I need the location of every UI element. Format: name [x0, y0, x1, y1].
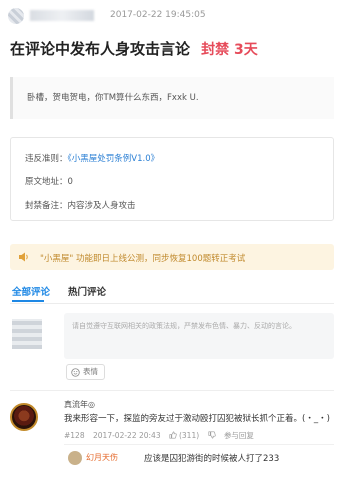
- quote-text: 卧槽，贺电贺电，你TM算什么东西，Fxxk U.: [27, 93, 199, 103]
- note-row: 封禁备注：内容涉及人身攻击: [25, 199, 136, 211]
- active-tab-indicator: [12, 300, 44, 302]
- reply-link[interactable]: 参与回复: [224, 431, 254, 440]
- divider: [10, 390, 334, 391]
- current-user-avatar: [12, 319, 42, 349]
- commenter-avatar[interactable]: [10, 403, 38, 431]
- rule-link[interactable]: 《小黑屋处罚条例V1.0》: [68, 154, 160, 164]
- tab-hot-comments[interactable]: 热门评论: [68, 284, 106, 298]
- source-row: 原文地址：0: [25, 175, 73, 187]
- thumbs-down-icon[interactable]: [208, 431, 216, 439]
- rule-label: 违反准则：: [25, 154, 68, 164]
- violation-info-box: 违反准则：《小黑屋处罚条例V1.0》 原文地址：0 封禁备注：内容涉及人身攻击: [10, 137, 334, 221]
- comment-likes: (311): [178, 431, 200, 440]
- comment-input[interactable]: 请自觉遵守互联网相关的政策法规，严禁发布色情、暴力、反动的言论。: [64, 313, 334, 359]
- post-header: 2017-02-22 19:45:05: [0, 0, 344, 32]
- commenter-name[interactable]: 真流年◎: [64, 399, 95, 410]
- speaker-icon: [19, 252, 28, 262]
- announcement-text: "小黑屋" 功能即日上线公测，同步恢复100题转正考试: [40, 254, 246, 264]
- post-timestamp: 2017-02-22 19:45:05: [110, 10, 206, 20]
- reply-avatar[interactable]: [68, 451, 82, 465]
- comment-input-placeholder: 请自觉遵守互联网相关的政策法规，严禁发布色情、暴力、反动的言论。: [72, 322, 296, 330]
- comment-tabs: 全部评论 热门评论: [10, 284, 334, 304]
- note-label: 封禁备注：: [25, 201, 68, 211]
- tab-all-comments[interactable]: 全部评论: [12, 284, 50, 298]
- emoji-button[interactable]: 表情: [66, 364, 105, 380]
- rule-row: 违反准则：《小黑屋处罚条例V1.0》: [25, 152, 159, 164]
- note-value: 内容涉及人身攻击: [67, 201, 136, 211]
- page-title: 在评论中发布人身攻击言论: [10, 40, 191, 58]
- source-label: 原文地址：: [25, 177, 68, 187]
- comment-time: 2017-02-22 20:43: [93, 431, 161, 440]
- comment-meta: #128 2017-02-22 20:43 (311) 参与回复: [64, 430, 260, 441]
- ban-duration-badge: 封禁 3天: [201, 41, 258, 58]
- poster-avatar[interactable]: [8, 8, 24, 24]
- thumbs-up-icon[interactable]: [169, 431, 177, 439]
- emoji-label: 表情: [83, 367, 98, 376]
- comment-floor: #128: [64, 431, 85, 440]
- smiley-icon: [71, 367, 80, 377]
- reply-item: 幻月天伤 应该是囚犯游街的时候被人打了233: [64, 444, 334, 480]
- comment-text: 我来形容一下，探监的旁友过于激动殴打囚犯被狱长抓个正着。(・_・): [64, 414, 330, 424]
- page-title-row: 在评论中发布人身攻击言论 封禁 3天: [10, 38, 340, 60]
- announcement-banner[interactable]: "小黑屋" 功能即日上线公测，同步恢复100题转正考试: [10, 244, 334, 270]
- reply-username[interactable]: 幻月天伤: [86, 452, 118, 463]
- reply-text: 应该是囚犯游街的时候被人打了233: [144, 454, 280, 464]
- poster-username-blurred[interactable]: [30, 10, 94, 21]
- offending-quote: 卧槽，贺电贺电，你TM算什么东西，Fxxk U.: [10, 77, 334, 119]
- source-value: 0: [67, 177, 73, 187]
